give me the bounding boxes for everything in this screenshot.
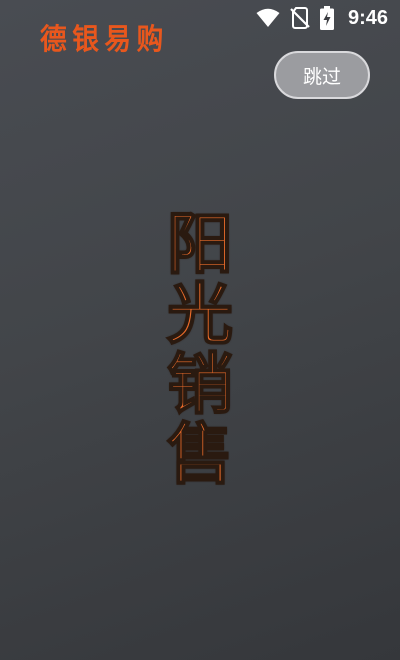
slogan-char: 售 [166, 416, 234, 493]
no-sim-icon [290, 7, 310, 29]
brand-logo-text: 德银易购 [40, 22, 169, 56]
slogan-char: 销 [166, 346, 234, 423]
slogan-char: 阳 [166, 206, 234, 283]
wifi-icon [256, 8, 280, 28]
status-time: 9:46 [347, 6, 388, 29]
skip-button[interactable]: 跳过 [274, 51, 370, 99]
slogan: 阳 光 销 售 [160, 206, 240, 493]
slogan-char: 光 [166, 276, 234, 353]
status-icons: 9:46 [256, 6, 388, 30]
battery-charging-icon [319, 6, 334, 30]
